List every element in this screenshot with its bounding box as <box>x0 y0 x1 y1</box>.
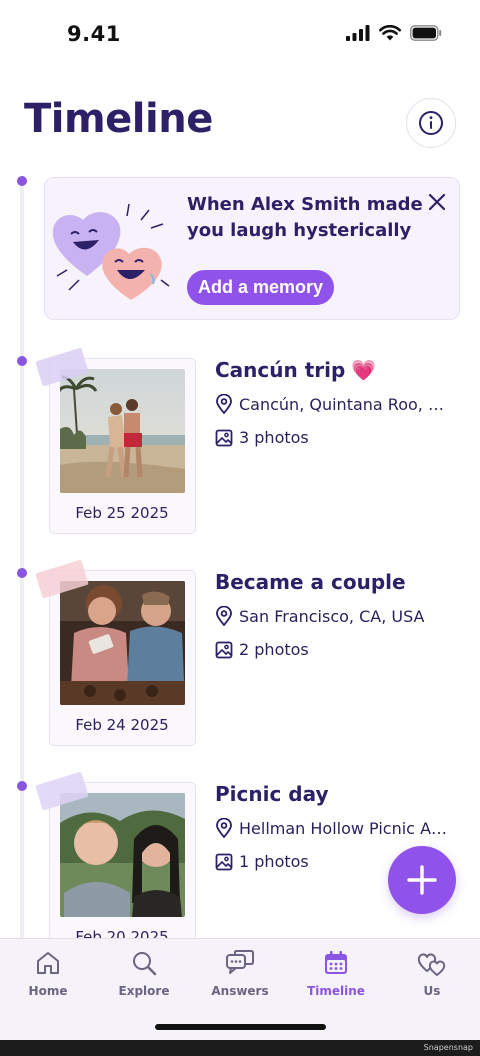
memory-item[interactable]: Feb 24 2025 Became a couple San Francisc… <box>0 559 480 770</box>
wifi-icon <box>379 25 401 41</box>
info-button[interactable] <box>406 98 456 148</box>
memory-location-text: Cancún, Quintana Roo, M... <box>239 394 451 414</box>
memory-photo <box>60 369 185 493</box>
memory-title: Became a couple <box>215 570 406 594</box>
memory-item[interactable]: Feb 25 2025 Cancún trip 💗 Cancún, Quinta… <box>0 347 480 558</box>
memory-photo <box>60 581 185 705</box>
memory-title-text: Cancún trip <box>215 358 346 382</box>
plus-icon <box>407 865 437 895</box>
nav-label-timeline: Timeline <box>307 984 365 998</box>
nav-label-home: Home <box>28 984 68 998</box>
info-icon <box>419 111 443 135</box>
photo-icon <box>215 853 233 870</box>
nav-item-us[interactable]: Us <box>384 949 480 998</box>
watermark: Snapensnap <box>423 1043 473 1052</box>
memory-photo-count: 1 photos <box>215 852 309 871</box>
memory-polaroid[interactable]: Feb 20 2025 <box>49 782 196 958</box>
hearts-icon <box>417 953 446 976</box>
prompt-text: When Alex Smith made you laugh hysterica… <box>187 194 423 241</box>
memory-photo-count-text: 3 photos <box>239 428 309 447</box>
memory-location-text: Hellman Hollow Picnic Ar... <box>239 818 451 838</box>
memory-polaroid[interactable]: Feb 25 2025 <box>49 358 196 534</box>
chat-bubbles-icon <box>226 950 254 974</box>
bottom-strip <box>0 1040 480 1056</box>
home-indicator[interactable] <box>155 1024 326 1030</box>
memory-polaroid[interactable]: Feb 24 2025 <box>49 570 196 746</box>
memory-date: Feb 25 2025 <box>75 504 169 522</box>
status-icons <box>346 25 442 41</box>
memory-location-text: San Francisco, CA, USA <box>239 606 425 626</box>
memory-title: Cancún trip 💗 <box>215 358 376 382</box>
nav-label-answers: Answers <box>211 984 269 998</box>
memory-location: Cancún, Quintana Roo, M... <box>215 394 451 414</box>
memory-photo-count-text: 1 photos <box>239 852 309 871</box>
add-memory-button[interactable]: Add a memory <box>187 270 335 305</box>
memory-title-text: Became a couple <box>215 570 406 594</box>
memory-location: Hellman Hollow Picnic Ar... <box>215 818 451 838</box>
nav-item-home[interactable]: Home <box>0 949 96 998</box>
memory-location: San Francisco, CA, USA <box>215 606 424 626</box>
memory-prompt-card: When Alex Smith made you laugh hysterica… <box>44 177 460 320</box>
memory-title: Picnic day <box>215 782 329 806</box>
nav-label-explore: Explore <box>118 984 170 998</box>
nav-label-us: Us <box>423 984 441 998</box>
timeline-dot <box>17 176 27 186</box>
page-title: Timeline <box>24 96 213 142</box>
calendar-icon <box>325 951 347 974</box>
location-pin-icon <box>216 818 232 838</box>
memory-photo <box>60 793 185 917</box>
search-icon <box>133 952 157 976</box>
photo-icon <box>215 429 233 446</box>
laughing-hearts-illustration <box>52 203 170 300</box>
location-pin-icon <box>216 606 232 626</box>
memory-date: Feb 24 2025 <box>75 716 169 734</box>
location-pin-icon <box>216 394 232 414</box>
battery-icon <box>410 25 442 41</box>
memory-photo-count-text: 2 photos <box>239 640 309 659</box>
memory-photo-count: 2 photos <box>215 640 309 659</box>
nav-item-answers[interactable]: Answers <box>192 949 288 998</box>
memory-photo-count: 3 photos <box>215 428 309 447</box>
photo-icon <box>215 641 233 658</box>
nav-item-explore[interactable]: Explore <box>96 949 192 998</box>
memory-title-text: Picnic day <box>215 782 329 806</box>
add-memory-fab[interactable] <box>388 846 456 914</box>
signal-icon <box>346 25 370 41</box>
status-bar: 9.41 <box>0 0 480 72</box>
nav-item-timeline[interactable]: Timeline <box>288 949 384 998</box>
home-icon <box>37 952 59 974</box>
close-prompt-button[interactable] <box>425 190 449 214</box>
sparkling-heart-emoji: 💗 <box>351 358 377 382</box>
close-icon <box>428 193 446 211</box>
status-time: 9.41 <box>67 22 121 46</box>
